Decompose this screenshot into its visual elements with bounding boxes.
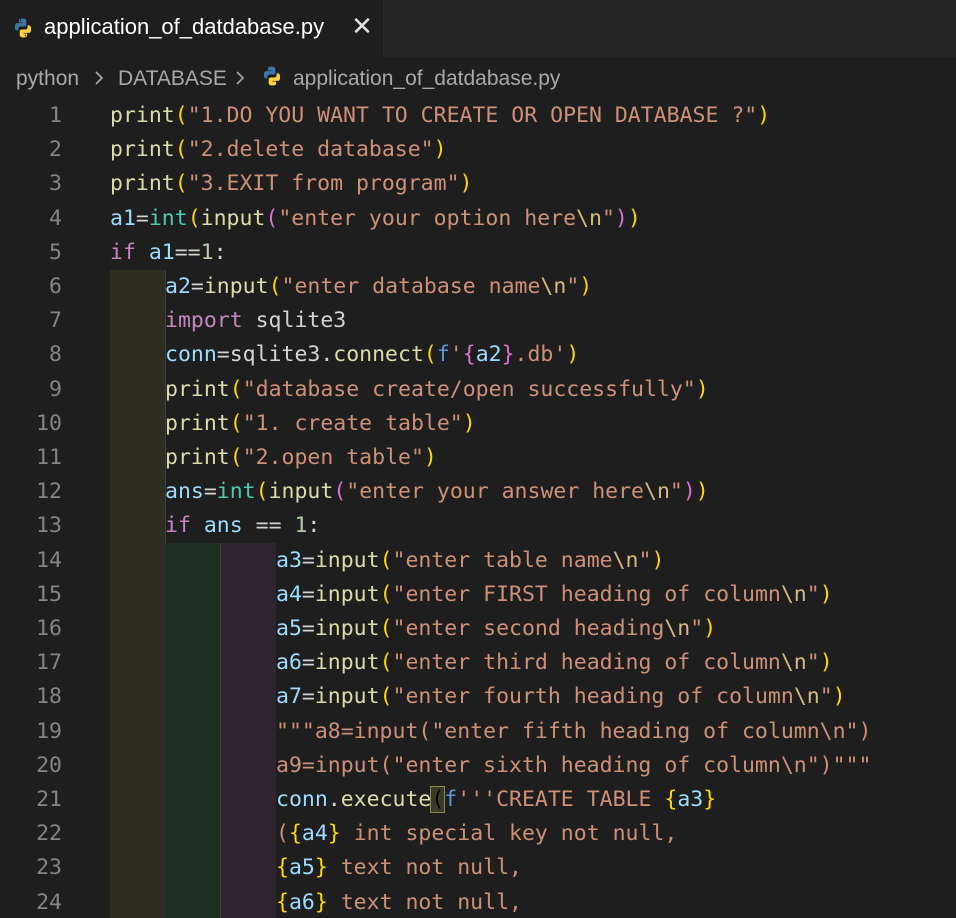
line-number: 11: [36, 445, 62, 470]
line-number: 9: [49, 376, 62, 402]
line-number: 6: [49, 274, 62, 299]
line-number: 14: [36, 547, 62, 573]
code-line[interactable]: 17 a6=input("enter third heading of colum…: [0, 646, 956, 680]
code-line[interactable]: 23 {a5} text not null,: [0, 851, 956, 885]
code-line[interactable]: 7 import sqlite3: [0, 304, 956, 338]
code-line[interactable]: 24 {a6} text not null,: [0, 886, 956, 918]
code-text: """a8=input("enter fifth heading of colu…: [276, 718, 872, 744]
line-number: 12: [36, 479, 62, 505]
code-text: print("2.delete database"): [110, 137, 447, 163]
tab-label: application_of_datdabase.py: [44, 14, 325, 39]
code-line[interactable]: 3 print("3.EXIT from program"): [0, 167, 956, 201]
code-text: print("1.DO YOU WANT TO CREATE OR OPEN D…: [110, 103, 771, 128]
code-line[interactable]: 15 a4=input("enter FIRST heading of colum…: [0, 578, 956, 612]
code-text: print("database create/open successfully…: [165, 376, 709, 402]
line-number: 21: [36, 787, 62, 812]
code-text: a6=input("enter third heading of column\…: [276, 650, 833, 676]
code-line[interactable]: 10 print("1. create table"): [0, 407, 956, 441]
line-number: 24: [36, 889, 62, 915]
code-text: conn.execute(f'''CREATE TABLE {a3}: [276, 786, 717, 813]
code-line[interactable]: 11 print("2.open table"): [0, 441, 956, 475]
code-text: a4=input("enter FIRST heading of column\…: [276, 581, 833, 607]
code-line[interactable]: 22 ({a4} int special key not null,: [0, 817, 956, 851]
code-text: a1=int(input("enter your option here\n")…: [110, 205, 641, 231]
code-text: a9=input("enter sixth heading of column\…: [276, 752, 872, 778]
code-text: {a5} text not null,: [276, 855, 522, 881]
code-text: ({a4} int special key not null,: [276, 821, 678, 847]
chevron-right-icon: [233, 68, 247, 88]
code-text: if ans == 1:: [165, 513, 321, 539]
line-number: 20: [36, 752, 62, 778]
code-text: {a6} text not null,: [276, 889, 522, 915]
code-text: print("1. create table"): [165, 410, 476, 436]
line-number: 5: [49, 239, 62, 265]
code-text: ans=int(input("enter your answer here\n"…: [165, 479, 709, 505]
line-number: 13: [36, 513, 62, 539]
breadcrumb-item-database[interactable]: DATABASE: [118, 67, 227, 91]
code-line[interactable]: 4 a1=int(input("enter your option here\n"…: [0, 202, 956, 236]
code-text: a7=input("enter fourth heading of column…: [276, 684, 846, 710]
code-line[interactable]: 19 """a8=input("enter fifth heading of co…: [0, 715, 956, 749]
code-text: a2=input("enter database name\n"): [165, 274, 593, 299]
chevron-right-icon: [92, 68, 106, 88]
line-number: 8: [49, 342, 62, 368]
code-line[interactable]: 18 a7=input("enter fourth heading of colu…: [0, 680, 956, 714]
code-line[interactable]: 12 ans=int(input("enter your answer here\…: [0, 475, 956, 509]
line-number: 19: [36, 718, 62, 744]
code-line[interactable]: 16 a5=input("enter second heading\n"): [0, 612, 956, 646]
code-line[interactable]: 20 a9=input("enter sixth heading of colum…: [0, 749, 956, 783]
line-number: 16: [36, 616, 62, 641]
line-number: 17: [36, 650, 62, 676]
breadcrumb-item-python[interactable]: python: [16, 67, 79, 91]
line-number: 15: [36, 581, 62, 607]
line-number: 1: [49, 103, 62, 128]
line-number: 2: [49, 137, 62, 163]
code-text: a5=input("enter second heading\n"): [276, 616, 717, 641]
code-line[interactable]: 8 conn=sqlite3.connect(f'{a2}.db'): [0, 338, 956, 372]
line-number: 10: [36, 410, 62, 436]
tab-bar: application_of_datdabase.py ✕: [0, 0, 956, 57]
code-editor[interactable]: 1 print("1.DO YOU WANT TO CREATE OR OPEN …: [0, 99, 956, 918]
line-number: 23: [36, 855, 62, 881]
breadcrumb: python DATABASE application_of_datdabase…: [0, 57, 956, 99]
code-text: print("3.EXIT from program"): [110, 171, 473, 197]
code-text: print("2.open table"): [165, 445, 437, 470]
close-icon[interactable]: ✕: [349, 13, 375, 39]
code-text: conn=sqlite3.connect(f'{a2}.db'): [165, 342, 580, 368]
line-number: 18: [36, 684, 62, 710]
line-number: 3: [49, 171, 62, 197]
code-line[interactable]: 6 a2=input("enter database name\n"): [0, 270, 956, 304]
line-number: 4: [49, 205, 62, 231]
editor-tab-active[interactable]: application_of_datdabase.py ✕: [0, 0, 384, 57]
code-text: if a1==1:: [110, 239, 227, 265]
python-icon: [261, 65, 283, 87]
code-line[interactable]: 5 if a1==1:: [0, 236, 956, 270]
code-line[interactable]: 21 conn.execute(f'''CREATE TABLE {a3}: [0, 783, 956, 817]
code-line[interactable]: 2 print("2.delete database"): [0, 133, 956, 167]
code-line[interactable]: 13 if ans == 1:: [0, 509, 956, 543]
line-number: 7: [49, 308, 62, 334]
code-line[interactable]: 1 print("1.DO YOU WANT TO CREATE OR OPEN …: [0, 99, 956, 133]
code-line[interactable]: 9 print("database create/open successfull…: [0, 373, 956, 407]
code-line[interactable]: 14 a3=input("enter table name\n"): [0, 544, 956, 578]
code-text: a3=input("enter table name\n"): [276, 547, 665, 573]
python-icon: [12, 17, 34, 44]
line-number: 22: [36, 821, 62, 847]
code-text: import sqlite3: [165, 308, 347, 334]
breadcrumb-item-file[interactable]: application_of_datdabase.py: [293, 67, 560, 91]
